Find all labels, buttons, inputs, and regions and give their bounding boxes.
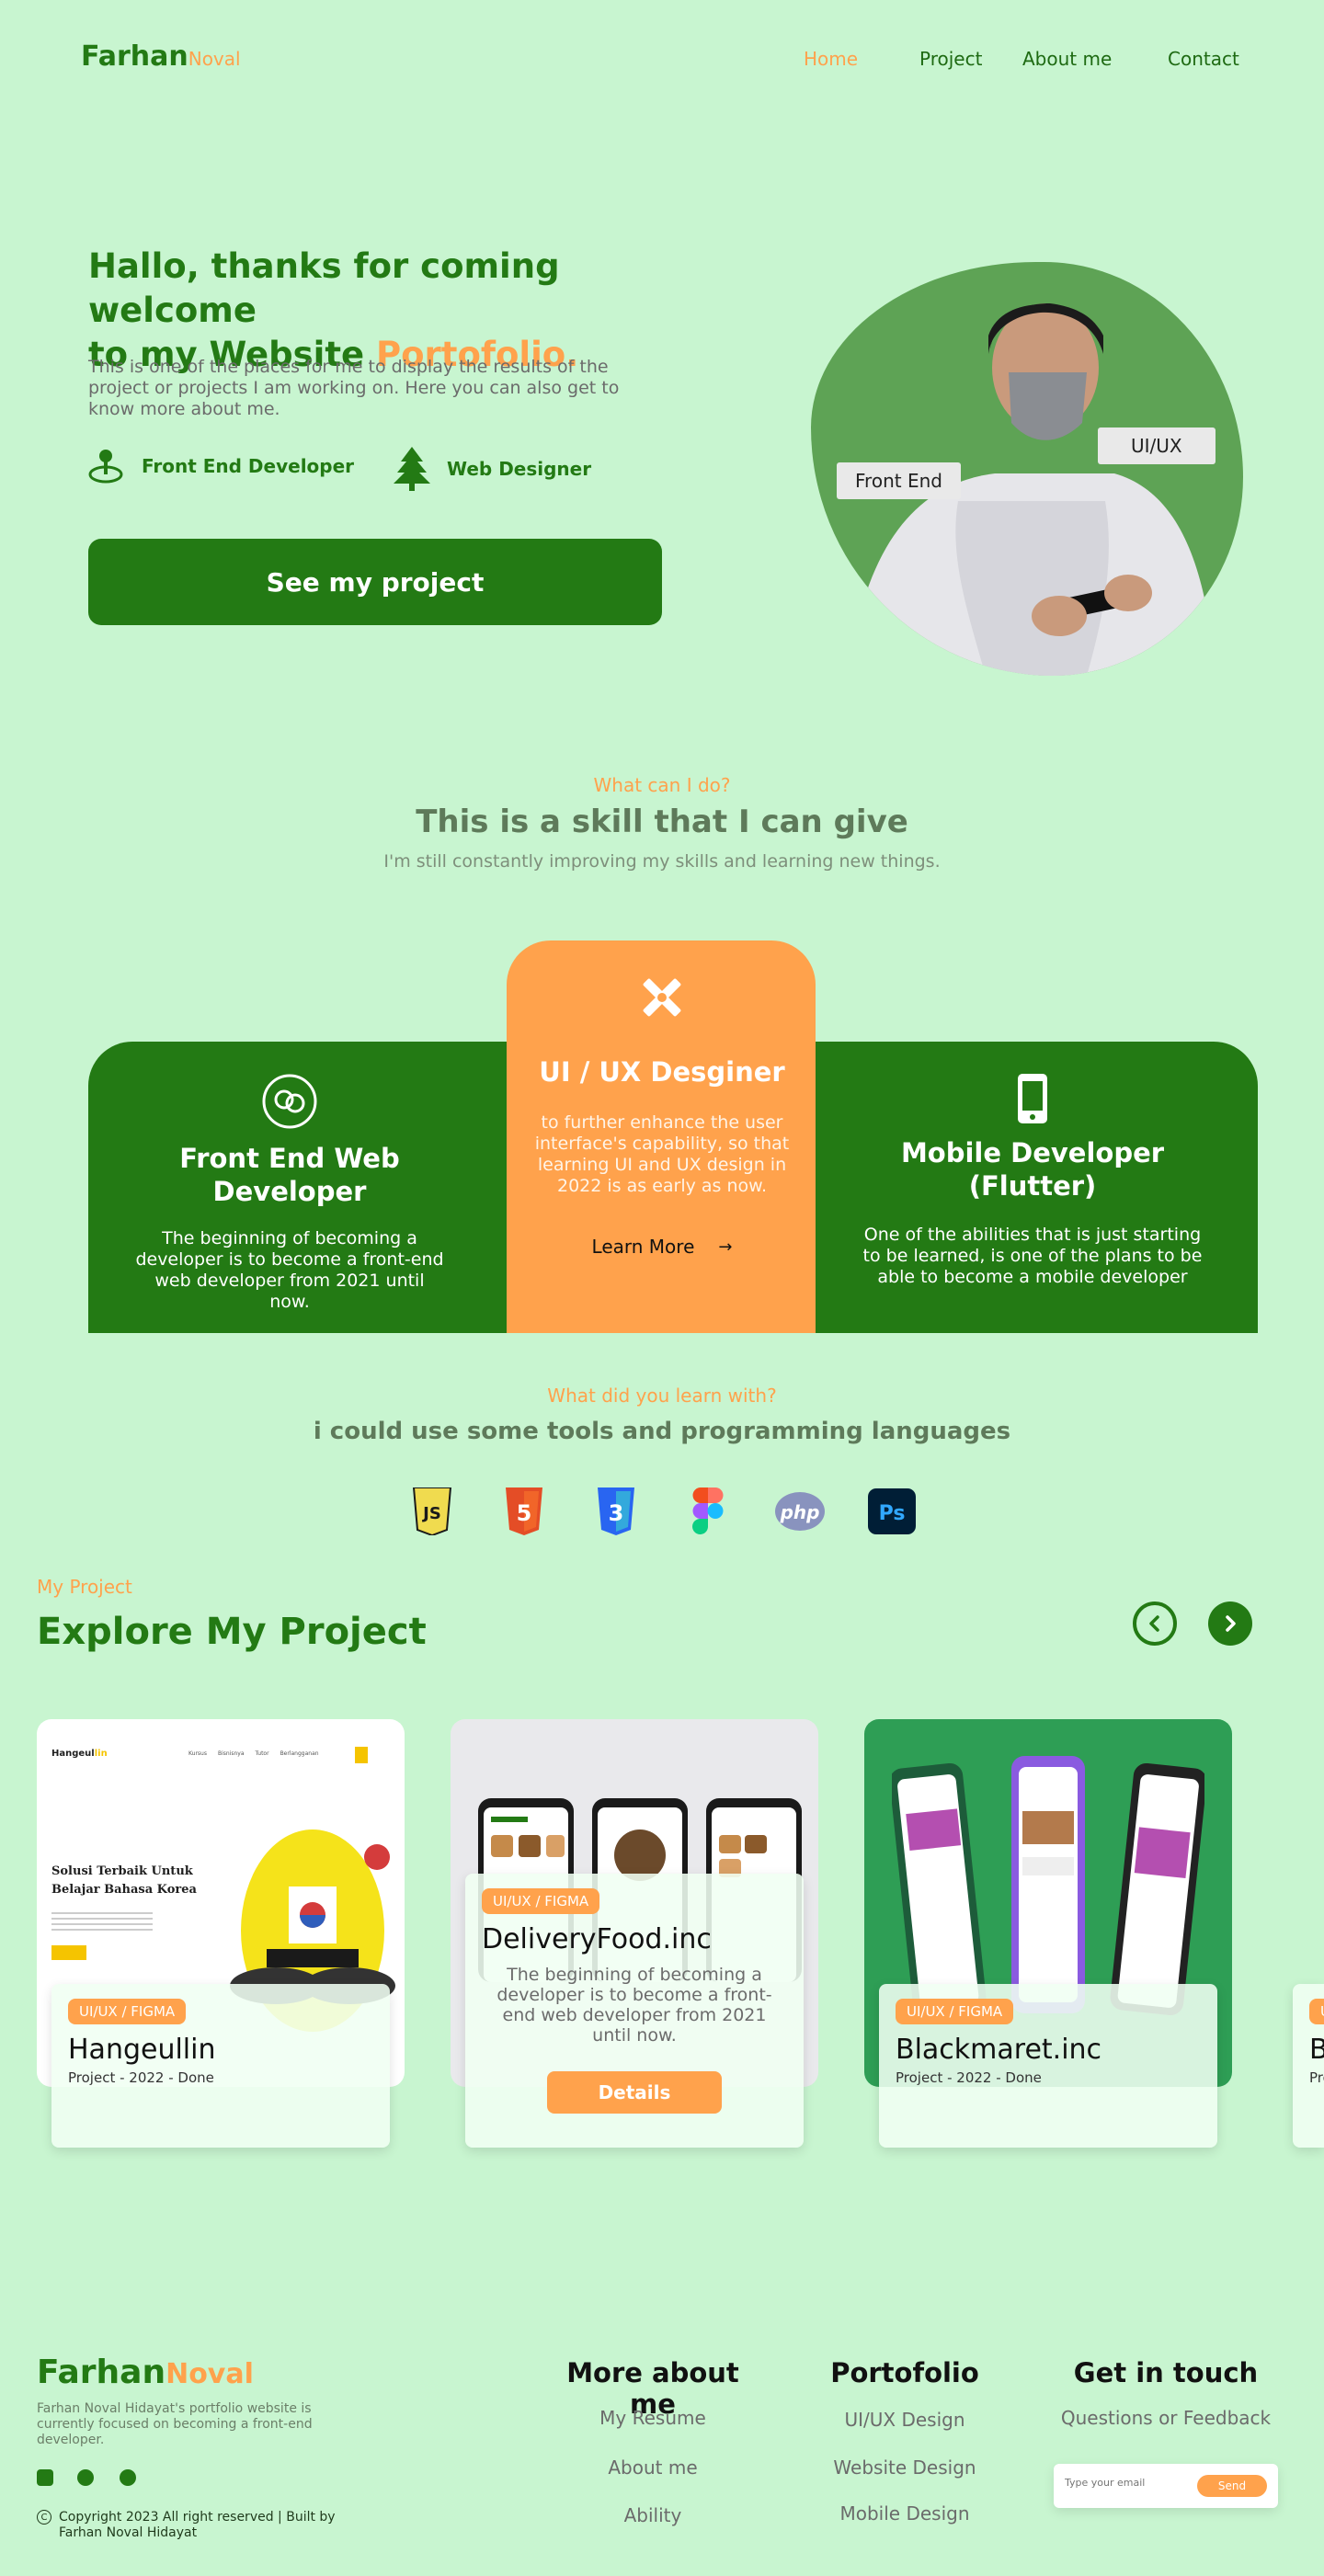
chevron-left-icon [1149,1615,1159,1632]
prev-project-button[interactable] [1133,1601,1177,1646]
project-badge: UI/UX / FIGMA [68,1999,187,2024]
mockup-logo: Hangeullin [51,1749,108,1759]
nav-project[interactable]: Project [919,48,982,70]
mockup-heading: Solusi Terbaik Untuk Belajar Bahasa Kore… [51,1864,197,1897]
footer-link-about[interactable]: About me [542,2456,763,2479]
handshake-icon [262,1074,317,1129]
tool-label: Ps [879,1502,906,1525]
mockup-cta [355,1747,368,1763]
uiux-tag: UI/UX [1098,427,1216,464]
email-field[interactable] [1065,2477,1193,2489]
skill-card-text: The beginning of becoming a developer is… [135,1228,444,1312]
learn-more-link[interactable]: Learn More → [529,1236,795,1258]
skills-title: This is a skill that I can give [416,804,908,840]
project-meta: Project - 2022 - Done [68,2069,214,2086]
project-badge: UI/UX / FIGMA [896,1999,1014,2024]
skill-card-text: to further enhance the user interface's … [534,1112,790,1196]
copyright-text: Copyright 2023 All right reserved | Buil… [59,2510,336,2540]
projects-title: Explore My Project [37,1611,427,1653]
skill-card-frontend: Front End Web Developer The beginning of… [120,1072,460,1313]
mockup-text-lines [51,1912,153,1932]
css3-icon: 3 [592,1487,640,1535]
facebook-icon[interactable] [77,2469,94,2486]
phone-icon [1018,1074,1047,1123]
hero-description: This is one of the places for me to disp… [88,357,620,419]
footer-description: Farhan Noval Hidayat's portfolio website… [37,2401,313,2447]
project-card-partial[interactable]: U B Pro [1293,1984,1324,2148]
copyright: C Copyright 2023 All right reserved | Bu… [37,2510,340,2541]
project-name: DeliveryFood.inc [482,1923,712,1955]
nav-about[interactable]: About me [1022,48,1112,70]
design-tools-icon [643,978,681,1017]
tools-eyebrow: What did you learn with? [547,1385,777,1407]
photoshop-icon: Ps [868,1487,916,1535]
newsletter-form: Send [1054,2464,1278,2508]
footer-link-resume[interactable]: My Resume [542,2407,763,2429]
figma-icon [684,1487,732,1535]
javascript-icon: JS [408,1487,456,1535]
nav-home[interactable]: Home [804,48,858,70]
project-badge: UI/UX / FIGMA [482,1888,600,1914]
role-web-designer: Web Designer [394,447,591,491]
skill-card-title: Front End Web Developer [179,1143,400,1207]
projects-eyebrow: My Project [37,1576,132,1598]
location-pin-icon [88,450,123,484]
chevron-right-icon [1226,1615,1236,1632]
project-name: B [1309,2034,1324,2066]
tools-title: i could use some tools and programming l… [313,1418,1011,1445]
skills-eyebrow: What can I do? [593,774,731,796]
tool-label: php [780,1501,820,1523]
role-label: Web Designer [447,458,592,480]
skill-card-uiux: UI / UX Desginer to further enhance the … [529,973,795,1258]
front-end-tag: Front End [837,462,961,499]
mockup-button [51,1945,86,1960]
nav-contact[interactable]: Contact [1168,48,1239,70]
site-logo[interactable]: FarhanNoval [81,40,241,73]
skills-subtitle: I'm still constantly improving my skills… [383,851,941,872]
learn-more-label: Learn More [591,1236,695,1258]
skill-card-text: One of the abilities that is just starti… [862,1225,1203,1287]
footer-link-mobile[interactable]: Mobile Design [813,2502,997,2525]
tool-label: 3 [609,1500,624,1526]
twitter-icon[interactable] [120,2469,136,2486]
skill-card-title: UI / UX Desginer [539,1056,785,1088]
role-label: Front End Developer [142,455,355,477]
skill-card-title: Mobile Developer (Flutter) [900,1137,1165,1202]
footer-link-feedback[interactable]: Questions or Feedback [1048,2407,1284,2429]
project-description: The beginning of becoming a developer is… [496,1965,772,2046]
project-card-deliveryfood[interactable]: UI/UX / FIGMA DeliveryFood.inc The begin… [465,1874,804,2148]
mockup-nav: Kursus Bisnisnya Tutor Berlangganan [188,1750,319,1757]
tool-label: 5 [517,1500,532,1526]
footer-logo[interactable]: FarhanNoval [37,2354,254,2391]
project-meta: Project - 2022 - Done [896,2069,1042,2086]
project-name: Hangeullin [68,2034,216,2066]
copyright-icon: C [37,2510,51,2525]
tree-icon [394,447,430,491]
hero-photo: Front End UI/UX [811,262,1243,676]
details-button[interactable]: Details [547,2071,722,2114]
footer-link-website[interactable]: Website Design [813,2456,997,2479]
instagram-icon[interactable] [37,2469,53,2486]
footer-col-contact-title: Get in touch [1073,2357,1259,2388]
project-card-blackmaret[interactable]: UI/UX / FIGMA Blackmaret.inc Project - 2… [879,1984,1217,2148]
arrow-right-icon: → [718,1237,733,1257]
php-icon: php [774,1487,826,1535]
role-front-end: Front End Developer [86,447,354,485]
footer-link-ability[interactable]: Ability [542,2504,763,2526]
project-badge: U [1309,1999,1324,2024]
footer-col-portfolio-title: Portofolio [830,2357,979,2388]
project-meta: Pro [1309,2069,1324,2086]
send-button[interactable]: Send [1197,2475,1267,2497]
tool-label: JS [421,1504,441,1523]
footer-link-uiux[interactable]: UI/UX Design [813,2409,997,2431]
skill-card-mobile: Mobile Developer (Flutter) One of the ab… [853,1072,1212,1288]
see-project-button[interactable]: See my project [88,539,662,625]
next-project-button[interactable] [1208,1601,1252,1646]
html5-icon: 5 [500,1487,548,1535]
project-name: Blackmaret.inc [896,2034,1102,2066]
project-card-hangeullin[interactable]: UI/UX / FIGMA Hangeullin Project - 2022 … [51,1984,390,2148]
